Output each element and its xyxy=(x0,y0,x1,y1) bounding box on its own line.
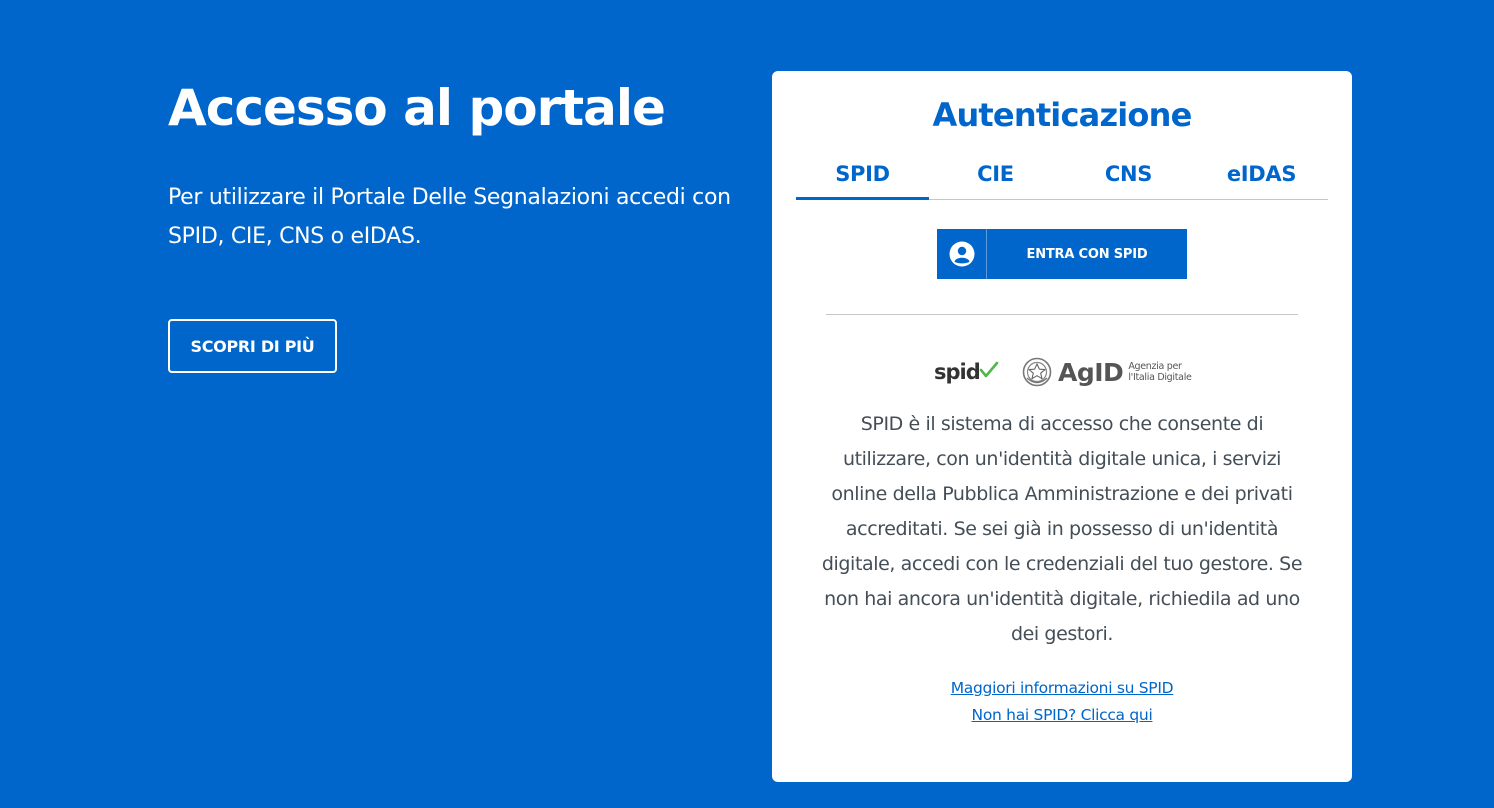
spid-logo: spid xyxy=(932,351,1002,393)
tab-cie[interactable]: CIE xyxy=(929,153,1062,199)
spid-agid-logos: spid AgID Agenzia per l'Italia Digitale xyxy=(932,351,1192,393)
enter-with-spid-button[interactable]: ENTRA CON SPID xyxy=(937,229,1187,279)
spid-links: Maggiori informazioni su SPID Non hai SP… xyxy=(772,675,1352,729)
agid-full-name: Agenzia per l'Italia Digitale xyxy=(1128,361,1192,383)
tab-eidas[interactable]: eIDAS xyxy=(1195,153,1328,199)
enter-with-spid-label: ENTRA CON SPID xyxy=(1026,246,1148,262)
authentication-title: Autenticazione xyxy=(932,96,1192,134)
discover-more-button[interactable]: SCOPRI DI PIÙ xyxy=(168,319,337,373)
divider xyxy=(826,314,1298,315)
spid-description: SPID è il sistema di accesso che consent… xyxy=(821,413,1303,645)
tab-cns[interactable]: CNS xyxy=(1062,153,1195,199)
italian-emblem-icon xyxy=(1022,357,1052,387)
agid-logo: AgID Agenzia per l'Italia Digitale xyxy=(1022,356,1194,388)
user-icon xyxy=(937,229,987,279)
get-spid-link[interactable]: Non hai SPID? Clicca qui xyxy=(772,702,1352,729)
intro-section: Accesso al portale Per utilizzare il Por… xyxy=(168,72,748,256)
authentication-card: Autenticazione SPID CIE CNS eIDAS ENTRA … xyxy=(772,71,1352,782)
agid-wordmark: AgID xyxy=(1058,357,1124,387)
more-info-spid-link[interactable]: Maggiori informazioni su SPID xyxy=(772,675,1352,702)
login-page: Accesso al portale Per utilizzare il Por… xyxy=(0,0,1494,808)
page-title: Accesso al portale xyxy=(168,79,666,137)
authentication-tabs: SPID CIE CNS eIDAS xyxy=(796,153,1328,200)
svg-text:spid: spid xyxy=(934,360,980,384)
tab-spid[interactable]: SPID xyxy=(796,153,929,200)
intro-description: Per utilizzare il Portale Delle Segnalaz… xyxy=(168,185,731,249)
